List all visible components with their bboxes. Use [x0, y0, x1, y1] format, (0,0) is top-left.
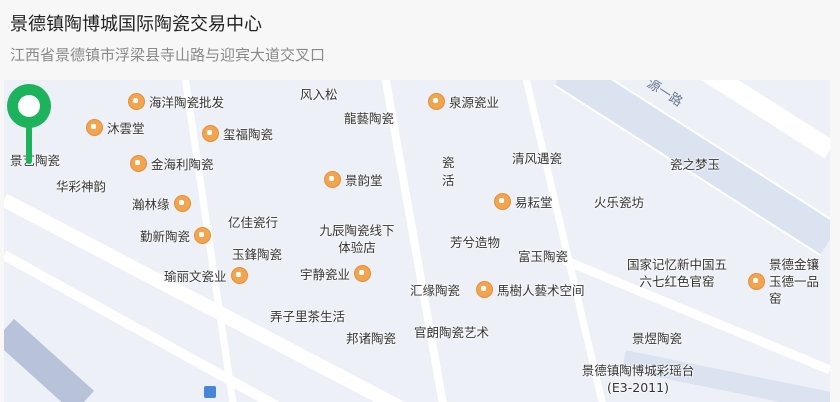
- poi[interactable]: 芳兮造物: [450, 232, 500, 251]
- place-title: 景德镇陶博城国际陶瓷交易中心: [10, 14, 262, 35]
- poi[interactable]: 龍藝陶瓷: [344, 108, 394, 127]
- poi[interactable]: 富玉陶瓷: [518, 246, 568, 265]
- map-view[interactable]: 源一路 海洋陶瓷批发 风入松 泉源瓷业 沐雲堂 龍藝陶瓷 玺福陶瓷 景艺陶瓷 清…: [4, 80, 830, 402]
- poi[interactable]: 瓷之梦玉: [670, 154, 720, 173]
- poi[interactable]: 亿佳瓷行: [228, 212, 278, 231]
- poi[interactable]: 沐雲堂: [86, 118, 145, 137]
- poi[interactable]: 玺福陶瓷: [202, 124, 273, 143]
- poi[interactable]: 汇缘陶瓷: [410, 280, 460, 299]
- ceramic-shop-icon: [173, 195, 191, 212]
- ceramic-shop-icon: [476, 281, 493, 298]
- ceramic-shop-icon: [128, 93, 145, 110]
- poi[interactable]: 国家记忆新中国五六七红色官窑: [626, 256, 728, 290]
- poi[interactable]: 瓷: [442, 152, 455, 171]
- poi[interactable]: 华彩神韵: [56, 176, 106, 195]
- location-header: 景德镇陶博城国际陶瓷交易中心 江西省景德镇市浮梁县寺山路与迎宾大道交叉口: [0, 0, 840, 78]
- poi[interactable]: 景德金镶玉德一品窑: [748, 256, 828, 307]
- poi[interactable]: 邦诸陶瓷: [346, 328, 396, 347]
- poi[interactable]: 官朗陶瓷艺术: [414, 322, 489, 341]
- poi[interactable]: 馬樹人藝术空间: [476, 280, 585, 299]
- ceramic-shop-icon: [194, 227, 212, 244]
- poi[interactable]: 易耘堂: [494, 192, 553, 211]
- ceramic-shop-icon: [230, 267, 248, 284]
- ceramic-shop-icon: [202, 125, 219, 142]
- ceramic-shop-icon: [428, 93, 445, 110]
- ceramic-shop-icon: [748, 273, 765, 290]
- poi[interactable]: 玉鋒陶瓷: [232, 244, 282, 263]
- poi[interactable]: 宇静瓷业: [300, 264, 372, 283]
- poi[interactable]: 火乐瓷坊: [594, 192, 644, 211]
- ceramic-shop-icon: [354, 265, 372, 282]
- ceramic-shop-icon: [324, 171, 341, 188]
- ceramic-shop-icon: [86, 119, 103, 136]
- poi[interactable]: 海洋陶瓷批发: [128, 92, 224, 111]
- poi[interactable]: 金海利陶瓷: [130, 154, 214, 173]
- poi[interactable]: 活: [442, 170, 455, 189]
- poi[interactable]: 弄子里茶生活: [270, 306, 345, 325]
- place-address: 江西省景德镇市浮梁县寺山路与迎宾大道交叉口: [10, 46, 326, 64]
- poi[interactable]: 九辰陶瓷线下体验店: [314, 222, 400, 256]
- poi[interactable]: 泉源瓷业: [428, 92, 499, 111]
- ceramic-shop-icon: [494, 193, 511, 210]
- poi[interactable]: 清风遇瓷: [512, 148, 562, 167]
- poi[interactable]: 瑜丽文瓷业: [164, 266, 248, 285]
- poi[interactable]: 景煜陶瓷: [632, 328, 682, 347]
- location-pin-icon[interactable]: [4, 80, 54, 170]
- poi[interactable]: 勤新陶瓷: [140, 226, 212, 245]
- poi[interactable]: 瀚林缘: [132, 194, 191, 213]
- ceramic-shop-icon: [130, 155, 147, 172]
- poi[interactable]: 景韵堂: [324, 170, 383, 189]
- poi[interactable]: 景德镇陶博城彩瑶台(E3-2011): [578, 362, 698, 396]
- poi[interactable]: 风入松: [300, 84, 338, 103]
